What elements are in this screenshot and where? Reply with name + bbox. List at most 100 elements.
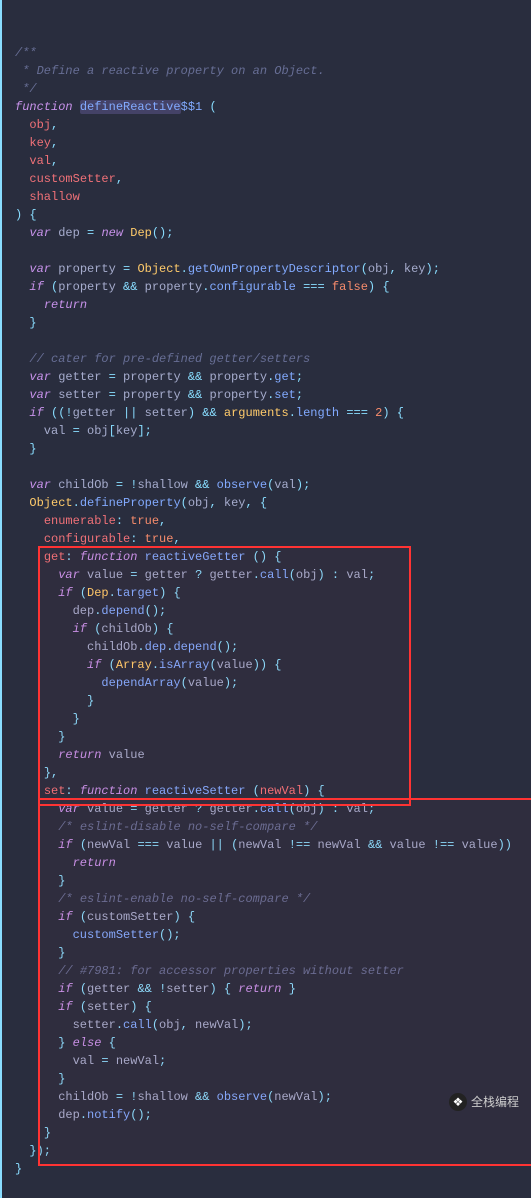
code-line: configurable: true,: [10, 530, 521, 548]
code-token: [15, 874, 58, 888]
code-token: var: [29, 370, 51, 384]
code-token: }: [29, 316, 36, 330]
code-token: (: [80, 910, 87, 924]
code-token: property: [137, 280, 202, 294]
code-line: },: [10, 764, 521, 782]
code-token: [: [109, 424, 116, 438]
code-token: childOb: [51, 478, 116, 492]
code-token: depend: [101, 604, 144, 618]
code-token: property: [202, 388, 267, 402]
code-token: ();: [152, 226, 174, 240]
code-token: setter: [15, 1018, 116, 1032]
code-token: if: [58, 586, 72, 600]
code-token: value: [188, 676, 224, 690]
code-token: [217, 406, 224, 420]
code-token: &&: [368, 838, 382, 852]
code-token: }: [58, 874, 65, 888]
code-line: var value = getter ? getter.call(obj) : …: [10, 566, 521, 584]
code-token: value: [80, 568, 130, 582]
code-line: enumerable: true,: [10, 512, 521, 530]
code-token: .: [109, 586, 116, 600]
code-token: return: [44, 298, 87, 312]
code-line: val,: [10, 152, 521, 170]
code-line: }: [10, 692, 521, 710]
code-token: depend: [173, 640, 216, 654]
code-token: Dep: [130, 226, 152, 240]
code-token: [15, 316, 29, 330]
code-token: ===: [346, 406, 368, 420]
code-token: (: [209, 658, 216, 672]
code-token: getter: [137, 568, 195, 582]
code-token: [224, 838, 231, 852]
code-token: },: [44, 766, 58, 780]
code-token: key: [397, 262, 426, 276]
code-line: if ((!getter || setter) && arguments.len…: [10, 404, 521, 422]
code-token: [137, 550, 144, 564]
code-token: newVal: [260, 784, 303, 798]
code-token: &&: [123, 280, 137, 294]
code-token: get: [44, 550, 66, 564]
watermark: ❖ 全栈编程: [449, 1093, 519, 1111]
code-line: /**: [10, 44, 521, 62]
code-token: [15, 946, 58, 960]
code-token: Object: [29, 496, 72, 510]
code-token: [245, 550, 252, 564]
code-token: [325, 568, 332, 582]
code-token: getter: [87, 982, 137, 996]
code-token: ,: [51, 118, 58, 132]
code-token: [15, 190, 29, 204]
code-token: new: [101, 226, 123, 240]
code-token: (: [289, 568, 296, 582]
code-token: .: [181, 262, 188, 276]
code-token: [15, 352, 29, 366]
code-token: key: [217, 496, 246, 510]
code-token: reactiveSetter: [145, 784, 246, 798]
code-token: newVal: [109, 1054, 159, 1068]
code-token: }: [44, 1126, 51, 1140]
code-token: key: [29, 136, 51, 150]
code-token: }: [58, 946, 65, 960]
code-token: notify: [87, 1108, 130, 1122]
code-token: obj: [29, 118, 51, 132]
code-token: {: [109, 1036, 116, 1050]
code-token: observe: [217, 1090, 267, 1104]
code-token: // cater for pre-defined getter/setters: [29, 352, 310, 366]
code-token: {: [274, 550, 281, 564]
code-token: :: [65, 550, 72, 564]
code-token: value: [80, 802, 130, 816]
code-token: property: [202, 370, 267, 384]
code-token: ();: [130, 1108, 152, 1122]
code-token: ===: [137, 838, 159, 852]
code-token: property: [116, 388, 188, 402]
code-token: property: [58, 280, 123, 294]
code-token: var: [29, 262, 51, 276]
code-token: &&: [195, 478, 209, 492]
code-token: setter: [137, 406, 187, 420]
code-token: newVal: [310, 838, 368, 852]
code-token: [217, 982, 224, 996]
code-token: ): [173, 910, 180, 924]
code-token: );: [426, 262, 440, 276]
code-token: enumerable: [44, 514, 116, 528]
code-token: [15, 550, 44, 564]
code-token: [73, 550, 80, 564]
code-line: /* eslint-disable no-self-compare */: [10, 818, 521, 836]
code-token: :: [65, 784, 72, 798]
code-line: if (Dep.target) {: [10, 584, 521, 602]
code-token: defineProperty: [80, 496, 181, 510]
code-token: [209, 1090, 216, 1104]
code-line: if (property && property.configurable ==…: [10, 278, 521, 296]
code-token: .: [116, 1018, 123, 1032]
code-token: getter: [51, 370, 109, 384]
code-token: &&: [195, 1090, 209, 1104]
code-token: [181, 910, 188, 924]
code-token: // #7981: for accessor properties withou…: [58, 964, 404, 978]
code-token: [15, 964, 58, 978]
code-token: dependArray: [101, 676, 180, 690]
code-token: get: [274, 370, 296, 384]
code-token: )): [498, 838, 512, 852]
code-token: [15, 622, 73, 636]
code-token: {: [318, 784, 325, 798]
code-token: [15, 388, 29, 402]
code-token: call: [260, 568, 289, 582]
